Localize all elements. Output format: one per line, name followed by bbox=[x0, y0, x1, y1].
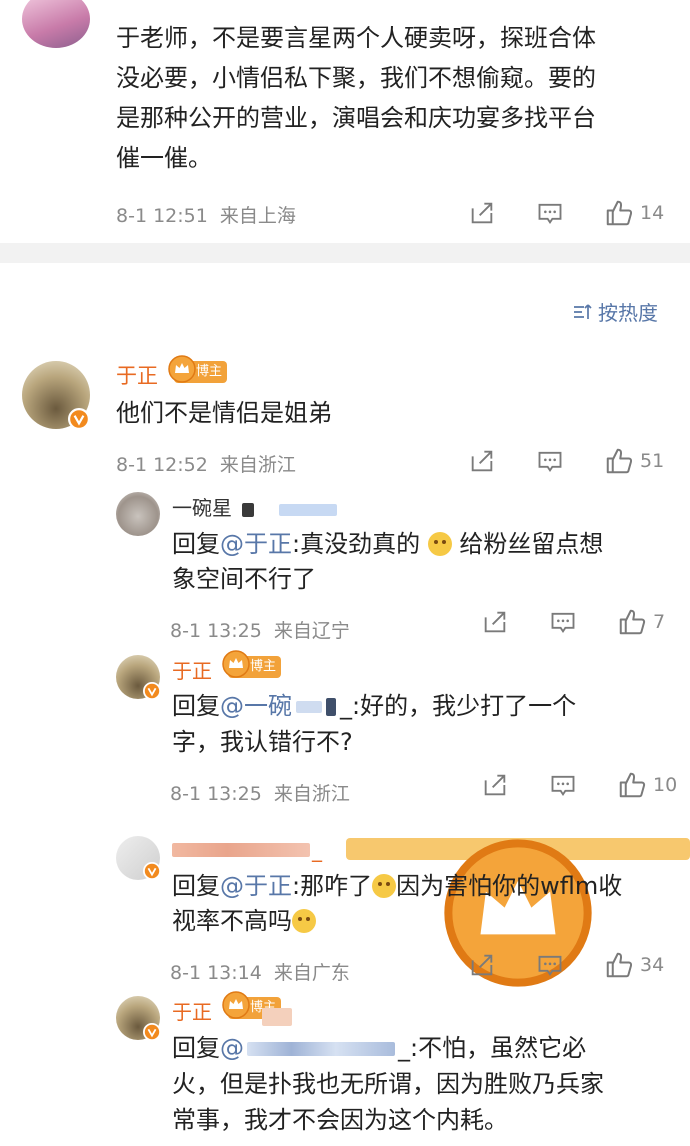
comment-text-line: 没必要，小情侣私下聚，我们不想偷窥。要的 bbox=[116, 64, 596, 92]
verified-icon bbox=[143, 862, 161, 880]
sort-label: 按热度 bbox=[598, 301, 658, 325]
comment-text-line: 是那种公开的营业，演唱会和庆功宴多找平台 bbox=[116, 104, 596, 132]
fan-badge: 铁粉1 bbox=[346, 838, 690, 1014]
comment-meta: 8-1 12:52 来自浙江 bbox=[116, 454, 296, 476]
comment-text-line: 催一催。 bbox=[116, 144, 212, 172]
comment-actions: 14 bbox=[468, 198, 672, 228]
redacted-text bbox=[247, 1042, 395, 1056]
reply-text: 回复@ _:不怕，虽然它必 bbox=[172, 1034, 587, 1062]
share-icon bbox=[468, 199, 496, 227]
share-icon bbox=[481, 771, 509, 799]
redacted-text bbox=[326, 698, 336, 716]
reply-text: 回复@于正:真没劲真的 给粉丝留点想 bbox=[172, 530, 604, 558]
thumbs-up-icon bbox=[604, 446, 634, 476]
mention-link[interactable]: @于正 bbox=[220, 872, 292, 900]
redacted-text bbox=[278, 503, 337, 516]
reply-button[interactable] bbox=[536, 199, 604, 227]
reply-actions: 7 bbox=[481, 607, 685, 637]
smile-emoji-icon bbox=[427, 532, 452, 556]
reply-actions: 34 bbox=[468, 950, 672, 980]
confused-emoji-icon bbox=[292, 909, 316, 933]
reply-avatar[interactable] bbox=[116, 492, 160, 536]
reply-button[interactable] bbox=[536, 447, 604, 475]
comment-meta: 8-1 12:51 来自上海 bbox=[116, 205, 296, 227]
reply-author-name[interactable]: 一碗星 bbox=[172, 492, 337, 521]
crown-icon bbox=[222, 991, 250, 1019]
reply-author-name[interactable]: 于正 bbox=[172, 655, 212, 684]
share-button[interactable] bbox=[481, 608, 549, 636]
reply-text-line: 视率不高吗 bbox=[172, 903, 316, 939]
like-button[interactable]: 34 bbox=[604, 950, 672, 980]
reply-author-name[interactable]: _ bbox=[172, 838, 322, 862]
comment-actions: 51 bbox=[468, 446, 672, 476]
thumbs-up-icon bbox=[617, 770, 647, 800]
mention-link[interactable]: @一碗 bbox=[220, 692, 340, 720]
share-button[interactable] bbox=[468, 199, 536, 227]
redacted-text bbox=[242, 502, 255, 517]
reply-text-line: 字，我认错行不? bbox=[172, 728, 353, 756]
redacted-text bbox=[172, 843, 310, 857]
verified-icon bbox=[143, 682, 161, 700]
reply-text-line: 象空间不行了 bbox=[172, 565, 316, 593]
verified-icon bbox=[68, 408, 90, 430]
crown-icon bbox=[168, 355, 196, 383]
sort-toggle[interactable]: 按热度 bbox=[572, 297, 658, 326]
reply-text-line: 火，但是扑我也无所谓，因为胜败乃兵家 bbox=[172, 1070, 604, 1098]
thumbs-up-icon bbox=[604, 950, 634, 980]
reply-text: 回复@一碗 _:好的，我少打了一个 bbox=[172, 692, 577, 720]
reply-button[interactable] bbox=[549, 608, 617, 636]
like-count: 7 bbox=[653, 611, 666, 633]
reply-meta: 8-1 13:25 来自辽宁 bbox=[170, 620, 350, 642]
reply-text-line: 常事，我才不会因为这个内耗。 bbox=[172, 1106, 508, 1134]
share-button[interactable] bbox=[481, 771, 549, 799]
like-count: 14 bbox=[640, 202, 665, 224]
reply-author-name[interactable]: 于正 bbox=[172, 996, 212, 1025]
like-button[interactable]: 7 bbox=[617, 607, 685, 637]
comment-icon bbox=[536, 447, 564, 475]
like-count: 10 bbox=[653, 774, 678, 796]
comment-icon bbox=[549, 608, 577, 636]
blogger-badge: 博主 bbox=[228, 656, 282, 678]
section-divider bbox=[0, 243, 690, 263]
reply-button[interactable] bbox=[549, 771, 617, 799]
comment-icon bbox=[549, 771, 577, 799]
commenter-avatar[interactable] bbox=[22, 0, 90, 48]
thumbs-up-icon bbox=[617, 607, 647, 637]
comment-text: 他们不是情侣是姐弟 bbox=[116, 399, 332, 427]
thumbs-up-icon bbox=[604, 198, 634, 228]
mention-link[interactable]: @于正 bbox=[220, 530, 292, 558]
share-icon bbox=[468, 447, 496, 475]
reply-button[interactable] bbox=[536, 951, 604, 979]
like-count: 51 bbox=[640, 450, 665, 472]
share-icon bbox=[481, 608, 509, 636]
share-button[interactable] bbox=[468, 447, 536, 475]
comment-text-line: 于老师，不是要言星两个人硬卖呀，探班合体 bbox=[116, 24, 596, 52]
reply-meta: 8-1 13:25 来自浙江 bbox=[170, 783, 350, 805]
comment-icon bbox=[536, 199, 564, 227]
verified-icon bbox=[143, 1023, 161, 1041]
confused-emoji-icon bbox=[372, 874, 397, 898]
crown-icon bbox=[222, 650, 250, 678]
share-button[interactable] bbox=[468, 951, 536, 979]
author-name[interactable]: 于正 bbox=[116, 360, 158, 390]
reply-meta: 8-1 13:14 来自广东 bbox=[170, 962, 350, 984]
share-icon bbox=[468, 951, 496, 979]
blogger-badge: 博主 bbox=[174, 361, 228, 383]
mention-link[interactable]: @ bbox=[220, 1034, 398, 1062]
redacted-text bbox=[262, 1008, 292, 1026]
like-button[interactable]: 14 bbox=[604, 198, 672, 228]
like-button[interactable]: 10 bbox=[617, 770, 685, 800]
reply-actions: 10 bbox=[481, 770, 685, 800]
reply-text: 回复@于正:那咋了 因为害怕你的wflm收 bbox=[172, 872, 623, 900]
comment-icon bbox=[536, 951, 564, 979]
redacted-text bbox=[296, 701, 322, 713]
sort-icon bbox=[574, 303, 592, 319]
like-button[interactable]: 51 bbox=[604, 446, 672, 476]
like-count: 34 bbox=[640, 954, 665, 976]
